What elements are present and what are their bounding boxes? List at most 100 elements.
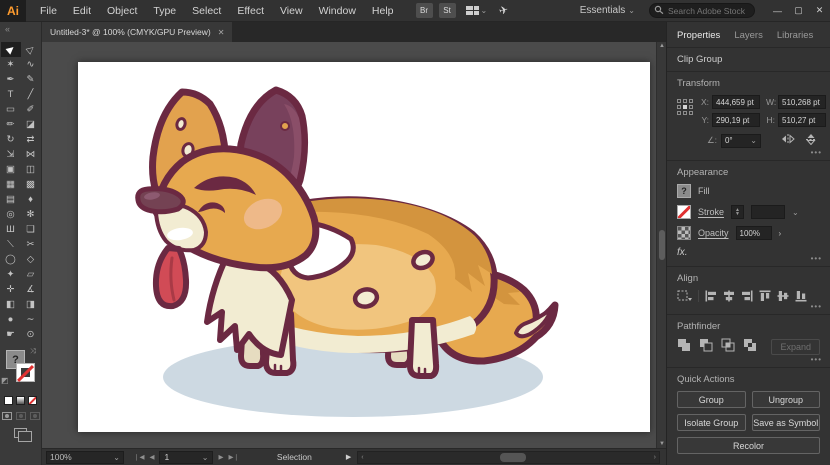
zoom-tool[interactable]: ⊙ [21, 327, 41, 342]
y-position-field[interactable]: 290,19 pt [712, 113, 760, 127]
perspective-grid-tool[interactable]: ▦ [1, 177, 21, 192]
corgi-illustration[interactable] [78, 62, 650, 432]
x-position-field[interactable]: 444,659 pt [712, 95, 760, 109]
menu-help[interactable]: Help [364, 0, 402, 22]
star-tool[interactable]: ✦ [1, 267, 21, 282]
stroke-weight-field[interactable] [751, 205, 785, 219]
workspace-switcher[interactable]: Essentials [580, 5, 626, 16]
direct-selection-tool[interactable]: ▷ [21, 42, 41, 57]
paintbrush-tool[interactable]: ✐ [21, 102, 41, 117]
flip-vertical-icon[interactable] [805, 133, 817, 148]
artboard[interactable] [78, 62, 650, 432]
blob-brush-tool[interactable]: ● [1, 312, 21, 327]
curvature-tool[interactable]: ✎ [21, 72, 41, 87]
menu-file[interactable]: File [32, 0, 65, 22]
menu-view[interactable]: View [272, 0, 311, 22]
menu-window[interactable]: Window [311, 0, 364, 22]
effects-button[interactable]: fx. [677, 247, 820, 258]
draw-behind-icon[interactable] [16, 412, 26, 420]
swap-fill-stroke-icon[interactable]: ⤨ [30, 348, 36, 356]
maximize-button[interactable]: ▢ [788, 0, 809, 22]
artboard-number-select[interactable]: 1⌄ [159, 451, 213, 464]
type-tool[interactable]: T [1, 87, 21, 102]
more-options-icon[interactable]: ••• [811, 355, 822, 364]
line-segment-tool[interactable]: ╱ [21, 87, 41, 102]
scale-tool[interactable]: ⇲ [1, 147, 21, 162]
stroke-color-swatch[interactable] [677, 205, 691, 219]
canvas[interactable]: ▲ ▼ [42, 42, 666, 448]
scroll-down-icon[interactable]: ▼ [657, 441, 666, 447]
zoom-level-select[interactable]: 100%⌄ [46, 451, 124, 464]
width-tool[interactable]: ⋈ [21, 147, 41, 162]
rotation-angle-select[interactable]: 0°⌄ [721, 134, 761, 148]
tab-properties[interactable]: Properties [677, 30, 720, 41]
menu-type[interactable]: Type [145, 0, 184, 22]
flip-horizontal-icon[interactable] [781, 133, 795, 148]
document-tab[interactable]: Untitled-3* @ 100% (CMYK/GPU Preview) ✕ [42, 22, 232, 42]
share-icon[interactable]: ✈ [498, 3, 510, 18]
opacity-label[interactable]: Opacity [698, 228, 729, 238]
scroll-left-icon[interactable]: ‹ [361, 454, 363, 461]
shape-builder-tool[interactable]: ◫ [21, 162, 41, 177]
search-input[interactable] [649, 3, 755, 18]
default-fill-stroke-icon[interactable]: ◩ [1, 376, 9, 385]
pen-tool[interactable]: ✒ [1, 72, 21, 87]
gradient-button[interactable] [16, 396, 25, 405]
height-field[interactable]: 510,27 pt [778, 113, 826, 127]
minimize-button[interactable]: — [767, 0, 788, 22]
blend-tool[interactable]: ◎ [1, 207, 21, 222]
column-graph-tool[interactable]: Ш [1, 222, 21, 237]
unite-icon[interactable] [677, 338, 691, 355]
br-button[interactable]: Br [416, 3, 433, 18]
live-paint-selection-tool[interactable]: ◨ [21, 297, 41, 312]
stroke-label[interactable]: Stroke [698, 207, 724, 217]
minus-front-icon[interactable] [699, 338, 713, 355]
menu-edit[interactable]: Edit [65, 0, 99, 22]
live-paint-tool[interactable]: ◧ [1, 297, 21, 312]
hand-tool[interactable]: ☛ [1, 327, 21, 342]
eraser-tool[interactable]: ◪ [21, 117, 41, 132]
gradient-tool[interactable]: ▤ [1, 192, 21, 207]
chevron-down-icon[interactable]: ⌄ [628, 6, 635, 15]
horizontal-scrollbar[interactable]: ‹ › [357, 451, 660, 464]
vertical-scroll-thumb[interactable] [659, 230, 665, 260]
exclude-icon[interactable] [743, 338, 757, 355]
artboard-tool[interactable]: ❏ [21, 222, 41, 237]
more-options-icon[interactable]: ••• [811, 254, 822, 263]
menu-select[interactable]: Select [184, 0, 229, 22]
stroke-weight-dropdown-icon[interactable]: ⌄ [792, 208, 799, 217]
isolate-group-button[interactable]: Isolate Group [677, 414, 746, 431]
reference-point-locator[interactable] [677, 99, 694, 127]
free-transform-tool[interactable]: ▣ [1, 162, 21, 177]
previous-artboard-icon[interactable]: ◀ [149, 453, 154, 461]
status-flyout-icon[interactable]: ▶ [346, 453, 351, 461]
vertical-align-center-icon[interactable] [777, 290, 789, 302]
close-button[interactable]: ✕ [809, 0, 830, 22]
rectangle-tool[interactable]: ▭ [1, 102, 21, 117]
width-field[interactable]: 510,268 pt [778, 95, 826, 109]
next-artboard-icon[interactable]: ▶ [218, 453, 223, 461]
toolbar-collapse-icon[interactable]: « [0, 22, 41, 42]
mesh-tool[interactable]: ▩ [21, 177, 41, 192]
scroll-right-icon[interactable]: › [654, 454, 656, 461]
screen-mode-icon[interactable] [14, 428, 27, 438]
tab-libraries[interactable]: Libraries [777, 30, 813, 41]
opacity-field[interactable]: 100% [736, 226, 772, 240]
group-button[interactable]: Group [677, 391, 746, 408]
ungroup-button[interactable]: Ungroup [752, 391, 821, 408]
opacity-options-icon[interactable]: › [779, 229, 782, 238]
more-options-icon[interactable]: ••• [811, 148, 822, 157]
vertical-scrollbar[interactable]: ▲ ▼ [656, 42, 666, 448]
polygon-tool[interactable]: ◇ [21, 252, 41, 267]
horizontal-align-left-icon[interactable] [705, 290, 717, 302]
align-to-icon[interactable] [677, 290, 692, 302]
horizontal-align-center-icon[interactable] [723, 290, 735, 302]
menu-object[interactable]: Object [99, 0, 145, 22]
menu-effect[interactable]: Effect [229, 0, 272, 22]
rotate-tool[interactable]: ↻ [1, 132, 21, 147]
eyedropper-tool[interactable]: ♦ [21, 192, 41, 207]
none-button[interactable] [28, 396, 37, 405]
shaper-tool[interactable]: ✏ [1, 117, 21, 132]
expand-button[interactable]: Expand [771, 339, 820, 355]
symbol-sprayer-tool[interactable]: ✻ [21, 207, 41, 222]
